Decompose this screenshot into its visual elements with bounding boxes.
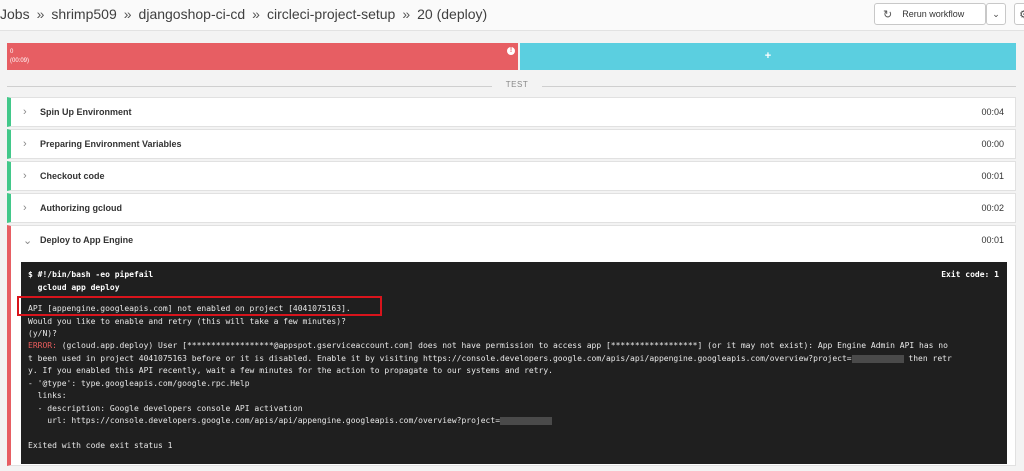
container-timeline-failed[interactable]: 0 (00:09) !: [7, 43, 518, 70]
breadcrumb-jobs[interactable]: Jobs: [0, 6, 30, 22]
output-line: - '@type': type.googleapis.com/google.rp…: [28, 379, 250, 388]
step-spin-up-environment[interactable]: › Spin Up Environment 00:04: [7, 97, 1016, 127]
step-duration: 00:04: [981, 107, 1004, 117]
step-name: Spin Up Environment: [40, 107, 132, 117]
output-line: links:: [28, 391, 67, 400]
gear-icon: ⚙: [1019, 8, 1024, 21]
breadcrumb-separator: »: [123, 6, 132, 22]
breadcrumb-job: 20 (deploy): [417, 6, 488, 22]
rerun-workflow-button[interactable]: ↻ Rerun workflow: [874, 3, 986, 25]
output-line: t been used in project 4041075163 before…: [28, 354, 952, 363]
chevron-right-icon: ›: [23, 202, 27, 214]
step-duration: 00:01: [981, 235, 1004, 245]
section-divider: TEST: [7, 80, 1016, 92]
add-container-button[interactable]: +: [520, 43, 1016, 70]
step-duration: 00:02: [981, 203, 1004, 213]
chevron-right-icon: ›: [23, 138, 27, 150]
refresh-icon: ↻: [883, 8, 893, 21]
breadcrumb-org[interactable]: shrimp509: [51, 6, 116, 22]
breadcrumb-workflow[interactable]: circleci-project-setup: [267, 6, 395, 22]
divider-line: [7, 86, 492, 87]
step-duration: 00:01: [981, 171, 1004, 181]
step-preparing-environment-variables[interactable]: › Preparing Environment Variables 00:00: [7, 129, 1016, 159]
breadcrumb-project[interactable]: djangoshop-ci-cd: [139, 6, 246, 22]
redacted-project-id: [500, 416, 553, 425]
rerun-workflow-label: Rerun workflow: [902, 9, 965, 19]
container-duration: (00:09): [10, 58, 30, 64]
alert-icon: !: [507, 47, 515, 55]
output-text: url: https://console.developers.google.c…: [28, 416, 501, 425]
chevron-down-icon: ⌄: [23, 235, 33, 247]
divider-line: [542, 86, 1016, 87]
output-line: url: https://console.developers.google.c…: [28, 416, 553, 425]
redacted-project-id: [851, 354, 904, 363]
settings-button[interactable]: ⚙: [1014, 3, 1024, 25]
chevron-right-icon: ›: [23, 106, 27, 118]
step-authorizing-gcloud[interactable]: › Authorizing gcloud 00:02: [7, 193, 1016, 223]
output-line: y. If you enabled this API recently, wai…: [28, 366, 553, 375]
error-text: (gcloud.app.deploy) User [**************…: [56, 341, 948, 350]
step-name: Preparing Environment Variables: [40, 139, 182, 149]
output-text: t been used in project 4041075163 before…: [28, 354, 852, 363]
step-duration: 00:00: [981, 139, 1004, 149]
exit-code-label: Exit code: 1: [941, 270, 999, 279]
step-name: Deploy to App Engine: [40, 235, 134, 245]
command-line: gcloud app deploy: [28, 283, 120, 292]
error-highlight-box: [17, 296, 382, 316]
breadcrumb-separator: »: [36, 6, 45, 22]
output-line: - description: Google developers console…: [28, 404, 303, 413]
container-index: 0: [10, 49, 14, 55]
command-line: $ #!/bin/bash -eo pipefail: [28, 270, 154, 279]
terminal-output[interactable]: $ #!/bin/bash -eo pipefail gcloud app de…: [21, 262, 1007, 464]
output-line: (y/N)?: [28, 329, 57, 338]
output-line: Would you like to enable and retry (this…: [28, 317, 346, 326]
output-line: Exited with code exit status 1: [28, 441, 173, 450]
top-bar: Jobs » shrimp509 » djangoshop-ci-cd » circleci…: [0, 0, 1024, 31]
chevron-right-icon: ›: [23, 170, 27, 182]
breadcrumb-separator: »: [402, 6, 411, 22]
output-line: ERROR: (gcloud.app.deploy) User [*******…: [28, 341, 948, 350]
breadcrumb: Jobs » shrimp509 » djangoshop-ci-cd » circleci…: [0, 6, 487, 22]
step-name: Authorizing gcloud: [40, 203, 122, 213]
output-text: then retr: [903, 354, 952, 363]
rerun-dropdown-button[interactable]: ⌄: [986, 3, 1006, 25]
chevron-down-icon: ⌄: [992, 8, 1000, 19]
breadcrumb-separator: »: [252, 6, 260, 22]
error-label: ERROR:: [28, 341, 57, 350]
plus-icon: +: [764, 50, 772, 62]
step-checkout-code[interactable]: › Checkout code 00:01: [7, 161, 1016, 191]
section-label: TEST: [505, 80, 529, 89]
step-name: Checkout code: [40, 171, 105, 181]
